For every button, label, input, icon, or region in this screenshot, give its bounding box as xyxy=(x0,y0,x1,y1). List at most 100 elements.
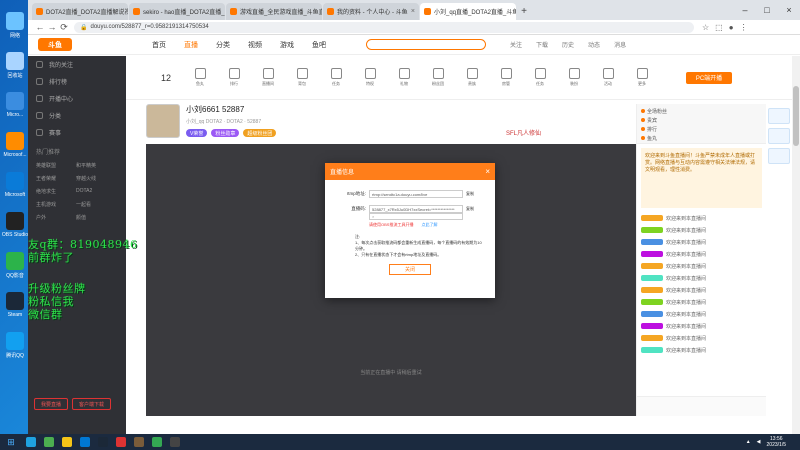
chat-input[interactable] xyxy=(637,396,766,416)
toolbar-item[interactable]: 特权 xyxy=(360,68,380,87)
clock[interactable]: 13:56 2023/1/5 xyxy=(767,436,786,448)
site-tool-item[interactable]: 消息 xyxy=(614,40,626,49)
desktop-shortcut[interactable]: Microsof... xyxy=(0,128,30,168)
chat-tab[interactable]: 贵宾 xyxy=(641,117,762,124)
netease-icon[interactable] xyxy=(112,434,130,450)
chat-tab[interactable]: 全场粉丝 xyxy=(641,108,762,115)
profile-icon[interactable]: ● xyxy=(729,23,734,32)
site-nav-item[interactable]: 鱼吧 xyxy=(312,40,326,50)
game-icon[interactable] xyxy=(130,434,148,450)
start-icon[interactable]: ⊞ xyxy=(0,434,22,450)
browser-tab[interactable]: 游戏直播_全民游戏直播_斗鱼直× xyxy=(226,3,322,20)
site-tool-item[interactable]: 动态 xyxy=(588,40,600,49)
star-icon[interactable]: ☆ xyxy=(702,23,709,32)
toolbar-item[interactable]: 直播间 xyxy=(258,68,278,87)
sidebar-item[interactable]: 分类 xyxy=(28,107,126,124)
toolbar-item[interactable]: 粉丝团 xyxy=(428,68,448,87)
minimize-icon[interactable]: – xyxy=(734,5,756,15)
sidebar-item[interactable]: 赛事 xyxy=(28,124,126,141)
chat-tab[interactable]: 排行 xyxy=(641,126,762,133)
close-icon[interactable]: × xyxy=(485,167,490,176)
steam-icon[interactable] xyxy=(94,434,112,450)
side-tool-button[interactable] xyxy=(768,148,790,164)
scrollbar-thumb[interactable] xyxy=(793,86,799,146)
site-nav-item[interactable]: 游戏 xyxy=(280,40,294,50)
site-tool-item[interactable]: 关注 xyxy=(510,40,522,49)
learn-more-link[interactable]: 点此了解 xyxy=(421,222,437,227)
chrome-icon[interactable] xyxy=(40,434,58,450)
go-live-button[interactable]: 我要直播 xyxy=(34,398,69,410)
toolbar-item[interactable]: 背包 xyxy=(292,68,312,87)
sidebar-item[interactable]: 开播中心 xyxy=(28,90,126,107)
desktop-shortcut[interactable]: Steam xyxy=(0,288,30,328)
site-nav-item[interactable]: 直播 xyxy=(184,40,198,50)
sidebar-game-link[interactable]: 英雄联盟 xyxy=(36,162,76,169)
site-search-input[interactable] xyxy=(366,39,486,50)
site-nav-item[interactable]: 分类 xyxy=(216,40,230,50)
room-tag[interactable]: V荣誉 xyxy=(186,129,208,137)
sidebar-game-link[interactable]: 主机游戏 xyxy=(36,201,76,208)
sidebar-item[interactable]: 排行榜 xyxy=(28,73,126,90)
volume-icon[interactable]: ◀ xyxy=(757,439,761,445)
sidebar-game-link[interactable]: 颜值 xyxy=(76,214,116,221)
chat-tab[interactable]: 鱼丸 xyxy=(641,135,762,142)
toolbar-item[interactable]: 房管 xyxy=(496,68,516,87)
toolbar-item[interactable]: 装扮 xyxy=(564,68,584,87)
side-tool-button[interactable] xyxy=(768,128,790,144)
room-tag[interactable]: 超级粉丝团 xyxy=(243,129,277,137)
browser-tab[interactable]: DOTA2直播_DOTA2直播解说视频× xyxy=(32,3,128,20)
close-window-icon[interactable]: × xyxy=(778,5,800,15)
pc-live-button[interactable]: PC端开播 xyxy=(686,71,732,84)
toolbar-item[interactable]: 任务 xyxy=(530,68,550,87)
explorer-icon[interactable] xyxy=(58,434,76,450)
back-icon[interactable]: ← xyxy=(34,22,46,32)
desktop-shortcut[interactable]: QQ影音 xyxy=(0,248,30,288)
sidebar-game-link[interactable]: DOTA2 xyxy=(76,188,116,195)
copy-key-button[interactable]: 复制 xyxy=(466,206,474,212)
reload-icon[interactable]: ⟳ xyxy=(58,22,70,33)
room-tag[interactable]: 粉丝勋章 xyxy=(211,129,240,137)
browser-tab-active[interactable]: 小刘_qq直播_DOTA2直播_斗鱼× xyxy=(420,3,516,20)
new-tab-button[interactable]: + xyxy=(517,3,531,20)
extension-icon[interactable]: ⬚ xyxy=(715,23,723,32)
toolbar-item[interactable]: 更多 xyxy=(632,68,652,87)
rtmp-address-field[interactable]: rtmp://sendtc1a.douyu.com/live xyxy=(369,190,463,198)
chrome2-icon[interactable] xyxy=(148,434,166,450)
copy-rtmp-button[interactable]: 复制 xyxy=(466,191,474,197)
sidebar-item[interactable]: 我的关注 xyxy=(28,56,126,73)
network-icon[interactable]: ▲ xyxy=(746,439,751,445)
sidebar-game-link[interactable]: 绝地求生 xyxy=(36,188,76,195)
site-tool-item[interactable]: 历史 xyxy=(562,40,574,49)
desktop-shortcut[interactable]: 腾讯QQ xyxy=(0,328,30,368)
url-field[interactable]: 🔒 douyu.com/528877_r=0.958219131475053​4 xyxy=(74,21,694,33)
stream-key-select[interactable]: × xyxy=(369,213,463,220)
client-download-button[interactable]: 客户端下载 xyxy=(72,398,112,410)
toolbar-item[interactable]: 鱼丸 xyxy=(190,68,210,87)
page-scrollbar[interactable] xyxy=(792,56,800,434)
maximize-icon[interactable]: □ xyxy=(756,5,778,15)
forward-icon[interactable]: → xyxy=(46,22,58,32)
stream-key-field[interactable]: 528877_x7Rx5Ju0DH7xxSecret=*************… xyxy=(369,205,463,213)
close-dialog-button[interactable]: 关闭 xyxy=(389,264,431,275)
site-tool-item[interactable]: 下载 xyxy=(536,40,548,49)
side-tool-button[interactable] xyxy=(768,108,790,124)
desktop-shortcut[interactable]: Microsoft xyxy=(0,168,30,208)
obs-icon[interactable] xyxy=(166,434,184,450)
site-nav-item[interactable]: 视频 xyxy=(248,40,262,50)
toolbar-item[interactable]: 活动 xyxy=(598,68,618,87)
close-tab-icon[interactable]: × xyxy=(411,8,415,15)
edge-icon[interactable] xyxy=(22,434,40,450)
desktop-shortcut[interactable]: 回收站 xyxy=(0,48,30,88)
desktop-shortcut[interactable]: 网络 xyxy=(0,8,30,48)
sidebar-game-link[interactable]: 一起看 xyxy=(76,201,116,208)
toolbar-item[interactable]: 贵族 xyxy=(462,68,482,87)
streamer-avatar[interactable] xyxy=(146,104,180,138)
browser-tab[interactable]: 我的资料 - 个人中心 - 斗鱼 × xyxy=(323,3,419,20)
sidebar-game-link[interactable]: 穿越火线 xyxy=(76,175,116,182)
site-logo[interactable]: 斗鱼 xyxy=(38,38,72,51)
toolbar-item[interactable]: 礼物 xyxy=(394,68,414,87)
sidebar-game-link[interactable]: 户外 xyxy=(36,214,76,221)
toolbar-item[interactable]: 任务 xyxy=(326,68,346,87)
store-icon[interactable] xyxy=(76,434,94,450)
site-nav-item[interactable]: 首页 xyxy=(152,40,166,50)
